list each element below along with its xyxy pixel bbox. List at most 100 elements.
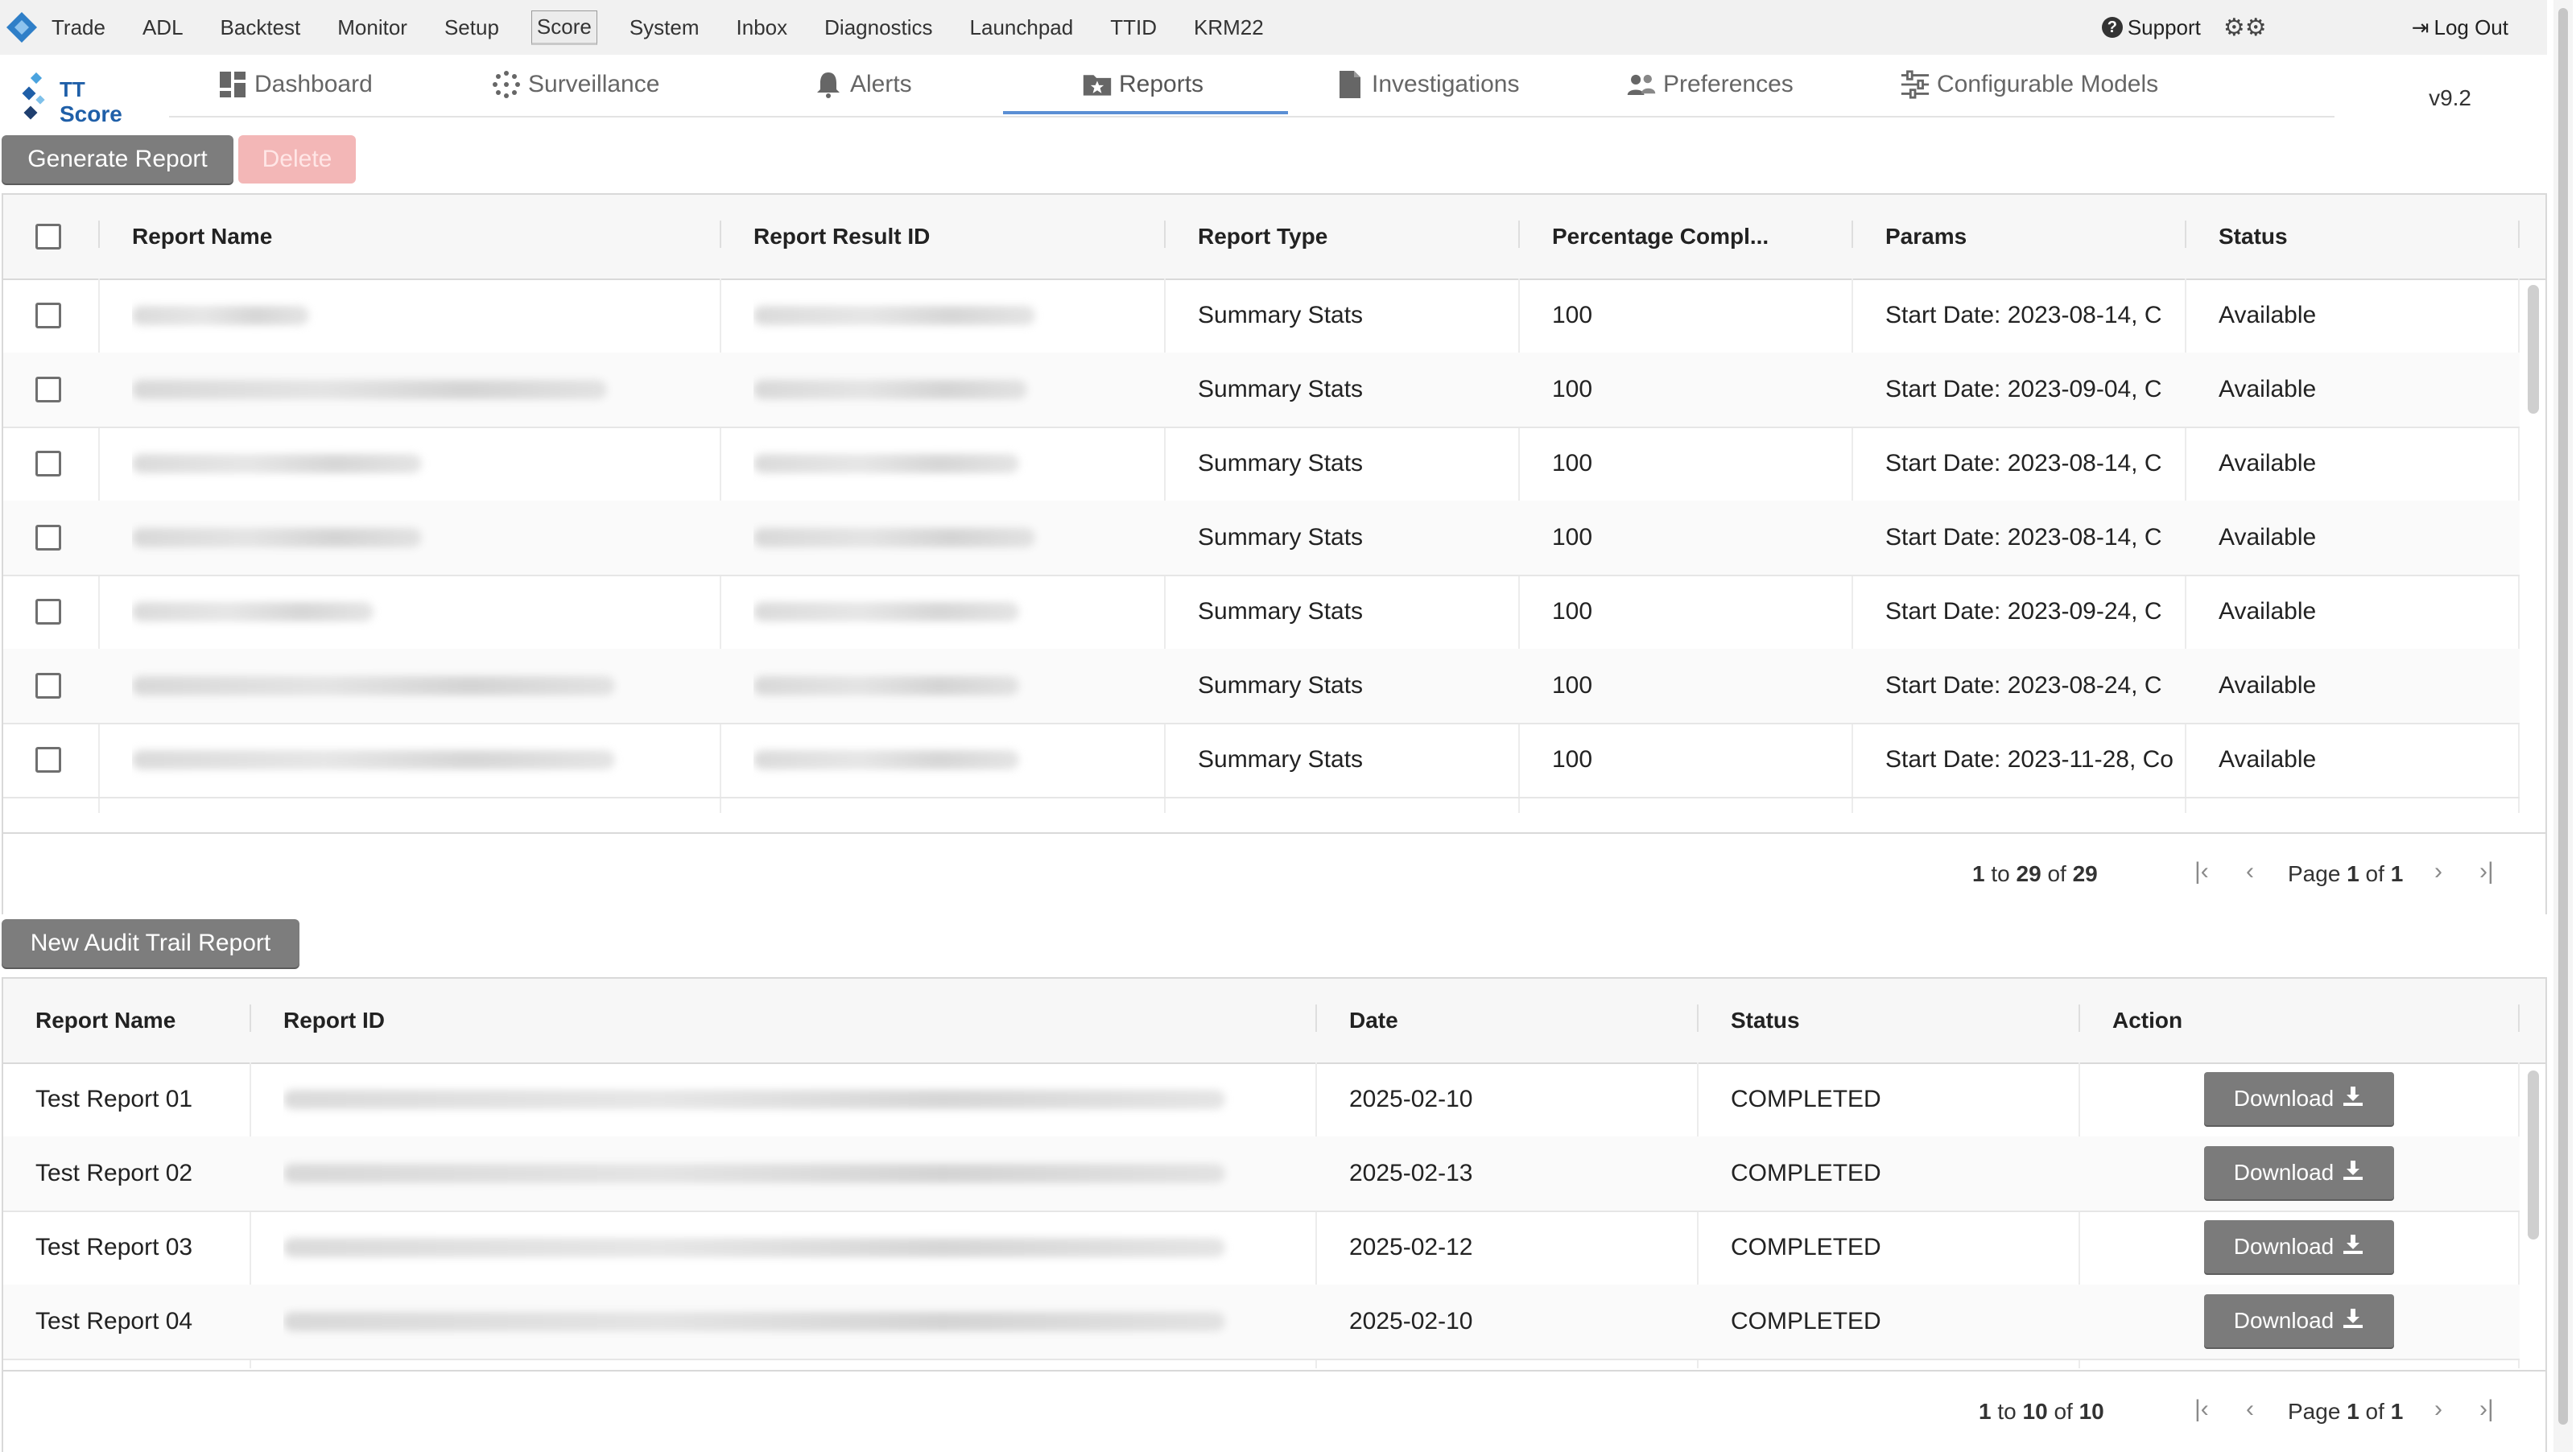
menu-item-score[interactable]: Score — [530, 10, 597, 45]
tab-preferences-label: Preferences — [1663, 71, 1794, 97]
report-name-cell — [132, 649, 696, 723]
menu-item-inbox[interactable]: Inbox — [732, 12, 793, 43]
next-page-icon[interactable]: › — [2434, 858, 2442, 885]
generate-report-button[interactable]: Generate Report — [2, 135, 233, 184]
audit-row[interactable]: Test Report 02 2025-02-13 COMPLETED Downloa… — [3, 1136, 2520, 1212]
row-checkbox-cell[interactable] — [35, 649, 61, 723]
download-button[interactable]: Download — [2204, 1146, 2394, 1199]
row-checkbox[interactable] — [35, 673, 61, 699]
tt-score-logo[interactable]: TT Score — [16, 66, 129, 126]
menu-item-backtest[interactable]: Backtest — [216, 12, 306, 43]
col-params[interactable]: Params — [1885, 195, 1967, 278]
col-percentage-complete[interactable]: Percentage Compl... — [1552, 195, 1769, 278]
brand-line1: TT — [60, 77, 85, 101]
audit-last-page-icon[interactable]: ›| — [2479, 1396, 2494, 1423]
prev-page-icon[interactable]: ‹ — [2246, 858, 2254, 885]
row-checkbox[interactable] — [35, 525, 61, 551]
menu-item-trade[interactable]: Trade — [47, 12, 110, 43]
last-page-icon[interactable]: ›| — [2479, 858, 2494, 885]
audit-prev-page-icon[interactable]: ‹ — [2246, 1396, 2254, 1423]
reports-grid-scrollbar[interactable] — [2528, 285, 2539, 414]
audit-row-partial[interactable] — [3, 1359, 2520, 1368]
report-row[interactable]: Summary Stats 100 Start Date: 2023-09-04, … — [3, 353, 2520, 428]
menu-item-ttid[interactable]: TTID — [1105, 12, 1162, 43]
audit-report-name-cell: Test Report 01 — [35, 1086, 193, 1112]
tab-preferences[interactable]: Preferences — [1626, 69, 1794, 100]
col-audit-report-id[interactable]: Report ID — [283, 979, 385, 1062]
app-logo-icon[interactable] — [3, 9, 40, 46]
report-row[interactable]: Summary Stats 100 Start Date: 2023-08-14, … — [3, 501, 2520, 576]
col-audit-status[interactable]: Status — [1731, 979, 1800, 1062]
audit-next-page-icon[interactable]: › — [2434, 1396, 2442, 1423]
row-checkbox-cell[interactable] — [35, 575, 61, 649]
reports-row-count: 1 to 29 of 29 — [1972, 861, 2098, 886]
select-all-checkbox-cell[interactable] — [35, 195, 61, 278]
row-checkbox-cell[interactable] — [35, 278, 61, 353]
settings-gears-icon[interactable]: ⚙⚙ — [2223, 14, 2267, 42]
audit-row[interactable]: Test Report 04 2025-02-10 COMPLETED Downloa… — [3, 1285, 2520, 1360]
row-checkbox[interactable] — [35, 377, 61, 402]
row-checkbox-cell[interactable] — [35, 723, 61, 797]
tab-investigations[interactable]: Investigations — [1335, 69, 1519, 100]
support-link[interactable]: ? Support — [2101, 14, 2201, 40]
row-checkbox[interactable] — [35, 303, 61, 328]
tab-surveillance[interactable]: Surveillance — [491, 69, 659, 100]
audit-grid-scrollbar[interactable] — [2528, 1070, 2539, 1240]
menu-item-diagnostics[interactable]: Diagnostics — [819, 12, 937, 43]
col-report-name[interactable]: Report Name — [132, 195, 272, 278]
row-checkbox[interactable] — [35, 451, 61, 476]
col-audit-report-name[interactable]: Report Name — [35, 979, 175, 1062]
col-report-type[interactable]: Report Type — [1198, 195, 1327, 278]
redacted-report-result-id — [753, 306, 1035, 325]
logout-link[interactable]: ⇥ Log Out — [2412, 15, 2508, 40]
row-checkbox-cell[interactable] — [35, 797, 61, 813]
audit-date-cell: 2025-02-13 — [1349, 1160, 1473, 1186]
row-checkbox-cell[interactable] — [35, 353, 61, 427]
download-button[interactable]: Download — [2204, 1294, 2394, 1347]
delete-button[interactable]: Delete — [238, 135, 356, 184]
col-status[interactable]: Status — [2219, 195, 2288, 278]
support-label: Support — [2127, 14, 2201, 39]
tab-dashboard[interactable]: Dashboard — [217, 69, 373, 100]
tab-configurable-models-label: Configurable Models — [1937, 71, 2159, 97]
download-button[interactable]: Download — [2204, 1072, 2394, 1125]
reports-pager: 1 to 29 of 29 |‹ ‹ Page 1 of 1 › ›| — [3, 832, 2545, 914]
menu-item-launchpad[interactable]: Launchpad — [965, 12, 1079, 43]
menu-item-krm22[interactable]: KRM22 — [1189, 12, 1269, 43]
report-row-partial[interactable] — [3, 797, 2520, 813]
col-audit-action[interactable]: Action — [2112, 979, 2182, 1062]
audit-report-id-cell — [283, 1211, 1298, 1285]
col-report-result-id[interactable]: Report Result ID — [753, 195, 930, 278]
row-checkbox[interactable] — [35, 747, 61, 773]
new-audit-trail-report-button[interactable]: New Audit Trail Report — [2, 919, 299, 967]
tab-configurable-models[interactable]: Configurable Models — [1900, 69, 2158, 100]
menu-item-adl[interactable]: ADL — [138, 12, 188, 43]
first-page-icon[interactable]: |‹ — [2194, 858, 2209, 885]
window-scrollbar[interactable] — [2553, 0, 2573, 1452]
report-row[interactable]: Summary Stats 100 Start Date: 2023-08-14, … — [3, 427, 2520, 502]
menu-item-setup[interactable]: Setup — [440, 12, 504, 43]
select-all-checkbox[interactable] — [35, 224, 61, 250]
report-row[interactable]: Summary Stats 100 Start Date: 2023-11-28, … — [3, 723, 2520, 798]
tab-reports[interactable]: Reports — [1082, 69, 1203, 100]
row-checkbox-cell[interactable] — [35, 501, 61, 575]
tt-score-logo-icon — [22, 72, 45, 120]
tab-alerts[interactable]: Alerts — [813, 69, 912, 100]
download-button[interactable]: Download — [2204, 1220, 2394, 1273]
audit-row[interactable]: Test Report 03 2025-02-12 COMPLETED Downloa… — [3, 1211, 2520, 1286]
report-row[interactable]: Summary Stats 100 Start Date: 2023-08-14, … — [3, 278, 2520, 354]
report-row[interactable]: Summary Stats 100 Start Date: 2023-08-24, … — [3, 649, 2520, 724]
redacted-report-result-id — [753, 602, 1019, 621]
row-checkbox[interactable] — [35, 599, 61, 625]
audit-date-cell: 2025-02-10 — [1349, 1086, 1473, 1112]
redacted-report-id — [283, 1164, 1225, 1183]
audit-row[interactable]: Test Report 01 2025-02-10 COMPLETED Downloa… — [3, 1062, 2520, 1138]
menu-item-monitor[interactable]: Monitor — [332, 12, 412, 43]
row-checkbox-cell[interactable] — [35, 427, 61, 501]
col-audit-date[interactable]: Date — [1349, 979, 1398, 1062]
window-scrollbar-thumb[interactable] — [2558, 8, 2568, 1425]
download-label: Download — [2233, 1160, 2334, 1185]
menu-item-system[interactable]: System — [625, 12, 704, 43]
audit-first-page-icon[interactable]: |‹ — [2194, 1396, 2209, 1423]
report-row[interactable]: Summary Stats 100 Start Date: 2023-09-24, … — [3, 575, 2520, 650]
